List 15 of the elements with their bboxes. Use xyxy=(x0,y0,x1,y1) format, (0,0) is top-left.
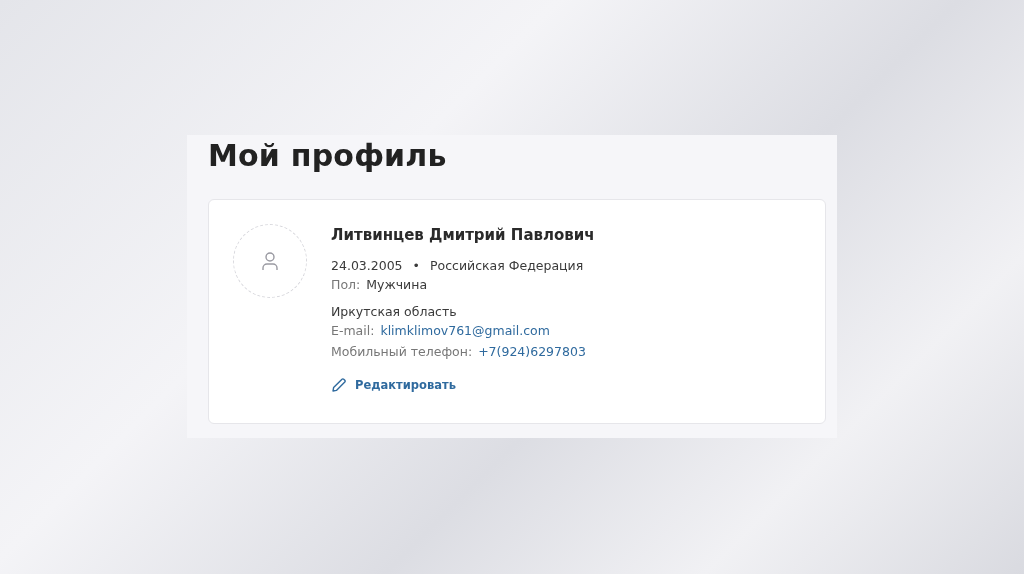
phone-link[interactable]: +7(924)6297803 xyxy=(478,342,586,361)
birth-date: 24.03.2005 xyxy=(331,257,403,275)
user-icon xyxy=(261,251,279,271)
separator-dot: • xyxy=(412,257,420,275)
email-link[interactable]: klimklimov761@gmail.com xyxy=(380,321,550,340)
email-label: E-mail: xyxy=(331,322,375,340)
page-title: Мой профиль xyxy=(208,137,448,175)
country: Российская Федерация xyxy=(429,257,584,275)
full-name: Литвинцев Дмитрий Павлович xyxy=(331,226,595,244)
gender-value: Мужчина xyxy=(366,276,428,294)
gender-label: Пол: xyxy=(331,276,361,294)
region: Иркутская область xyxy=(331,303,457,321)
pencil-icon xyxy=(331,377,347,393)
phone-label: Мобильный телефон: xyxy=(331,343,473,361)
edit-link[interactable]: Редактировать xyxy=(355,378,456,392)
